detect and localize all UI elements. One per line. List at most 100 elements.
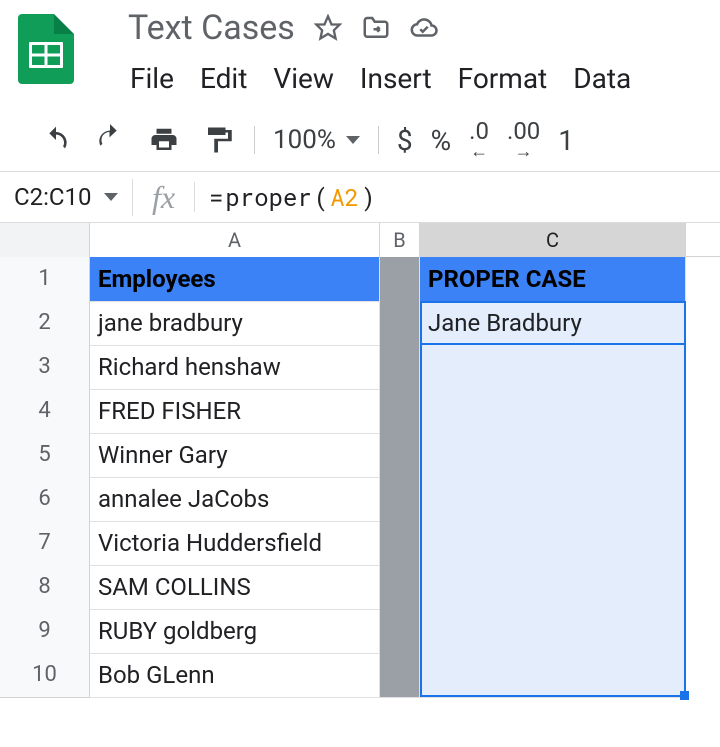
print-icon[interactable] [146,122,182,158]
fx-label: fx [132,179,194,216]
formula-tok-eq: = [209,181,223,213]
undo-icon[interactable] [38,122,74,158]
table-row: 8SAM COLLINS [0,565,720,609]
zoom-dropdown[interactable]: 100% [273,125,360,155]
cell-c[interactable] [420,389,686,434]
table-row: 5Winner Gary [0,433,720,477]
menu-view[interactable]: View [271,58,336,99]
menu-insert[interactable]: Insert [358,58,434,99]
cell-b[interactable] [380,433,420,478]
name-box[interactable]: C2:C10 [0,183,132,211]
cell-b[interactable] [380,653,420,698]
cell-a[interactable]: jane bradbury [90,301,380,346]
formula-separator [194,182,195,212]
increase-decimal-label: .00 [507,119,540,143]
col-header-b[interactable]: B [380,223,420,257]
cell-a[interactable]: annalee JaCobs [90,477,380,522]
cell-c[interactable] [420,477,686,522]
sheets-logo-icon [18,14,74,84]
move-to-folder-icon[interactable] [361,13,391,43]
redo-icon[interactable] [92,122,128,158]
cell-a[interactable]: SAM COLLINS [90,565,380,610]
arrow-right-icon: → [515,143,533,161]
table-row: 2jane bradbury Jane Bradbury [0,301,720,345]
menubar: File Edit View Insert Format Data [100,58,633,99]
col-header-c[interactable]: C [420,223,686,257]
cell-a[interactable]: Victoria Huddersfield [90,521,380,566]
decrease-decimal[interactable]: .0 ← [469,119,489,161]
cell-b[interactable] [380,345,420,390]
select-all-corner[interactable] [0,223,90,257]
formula-bar: C2:C10 fx =proper(A2) [0,171,720,223]
cell-a[interactable]: RUBY goldberg [90,609,380,654]
chevron-down-icon [104,193,118,201]
formula-tok-ref: A2 [330,181,359,213]
table-row: 9RUBY goldberg [0,609,720,653]
table-row: 10Bob GLenn [0,653,720,697]
cell-c[interactable]: PROPER CASE [420,257,686,302]
row-header[interactable]: 10 [0,653,90,698]
format-currency[interactable]: $ [397,124,413,157]
cell-b[interactable] [380,301,420,346]
row-header[interactable]: 4 [0,389,90,434]
arrow-left-icon: ← [470,143,488,161]
cloud-status-icon[interactable] [409,13,439,43]
cell-c[interactable] [420,433,686,478]
chevron-down-icon [346,136,360,144]
row-header[interactable]: 5 [0,433,90,478]
formula-tok-fn: proper [225,181,311,213]
toolbar-trailing: 1 [558,124,574,157]
cell-c[interactable] [420,609,686,654]
cell-b[interactable] [380,565,420,610]
star-icon[interactable] [313,13,343,43]
formula-tok-paren-open: ( [314,181,328,213]
spreadsheet-grid[interactable]: A B C 1EmployeesPROPER CASE2jane bradbur… [0,223,720,697]
row-header[interactable]: 8 [0,565,90,610]
cell-b[interactable] [380,477,420,522]
col-header-a[interactable]: A [90,223,380,257]
table-row: 1Employees PROPER CASE [0,257,720,301]
cell-b[interactable] [380,521,420,566]
row-header[interactable]: 9 [0,609,90,654]
row-header[interactable]: 7 [0,521,90,566]
cell-a[interactable]: Winner Gary [90,433,380,478]
row-header[interactable]: 1 [0,257,90,302]
sheets-app-icon[interactable] [18,14,80,76]
cell-c[interactable] [420,653,686,698]
cell-c[interactable] [420,345,686,390]
zoom-value: 100% [273,125,336,155]
menu-edit[interactable]: Edit [198,58,249,99]
cell-c[interactable] [420,521,686,566]
table-row: 6annalee JaCobs [0,477,720,521]
cell-c[interactable]: Jane Bradbury [420,301,686,346]
formula-input[interactable]: =proper(A2) [209,181,720,213]
decrease-decimal-label: .0 [469,119,489,143]
cell-a[interactable]: FRED FISHER [90,389,380,434]
format-percent[interactable]: % [431,124,452,157]
table-row: 4FRED FISHER [0,389,720,433]
row-header[interactable]: 3 [0,345,90,390]
paint-format-icon[interactable] [200,122,236,158]
name-box-value: C2:C10 [14,183,92,211]
cell-b[interactable] [380,389,420,434]
cell-a[interactable]: Employees [90,257,380,302]
menu-format[interactable]: Format [456,58,550,99]
cell-b[interactable] [380,257,420,302]
cell-c[interactable] [420,565,686,610]
formula-tok-paren-close: ) [361,181,375,213]
cell-b[interactable] [380,609,420,654]
document-title[interactable]: Text Cases [128,8,295,48]
toolbar-separator [254,126,255,154]
increase-decimal[interactable]: .00 → [507,119,540,161]
titlebar: Text Cases File Edit [0,0,720,99]
menu-data[interactable]: Data [571,58,633,99]
toolbar: 100% $ % .0 ← .00 → 1 [0,99,720,171]
cell-a[interactable]: Bob GLenn [90,653,380,698]
row-header[interactable]: 6 [0,477,90,522]
row-header[interactable]: 2 [0,301,90,346]
table-row: 3Richard henshaw [0,345,720,389]
cell-a[interactable]: Richard henshaw [90,345,380,390]
toolbar-separator [378,126,379,154]
menu-file[interactable]: File [128,58,176,99]
table-row: 7Victoria Huddersfield [0,521,720,565]
